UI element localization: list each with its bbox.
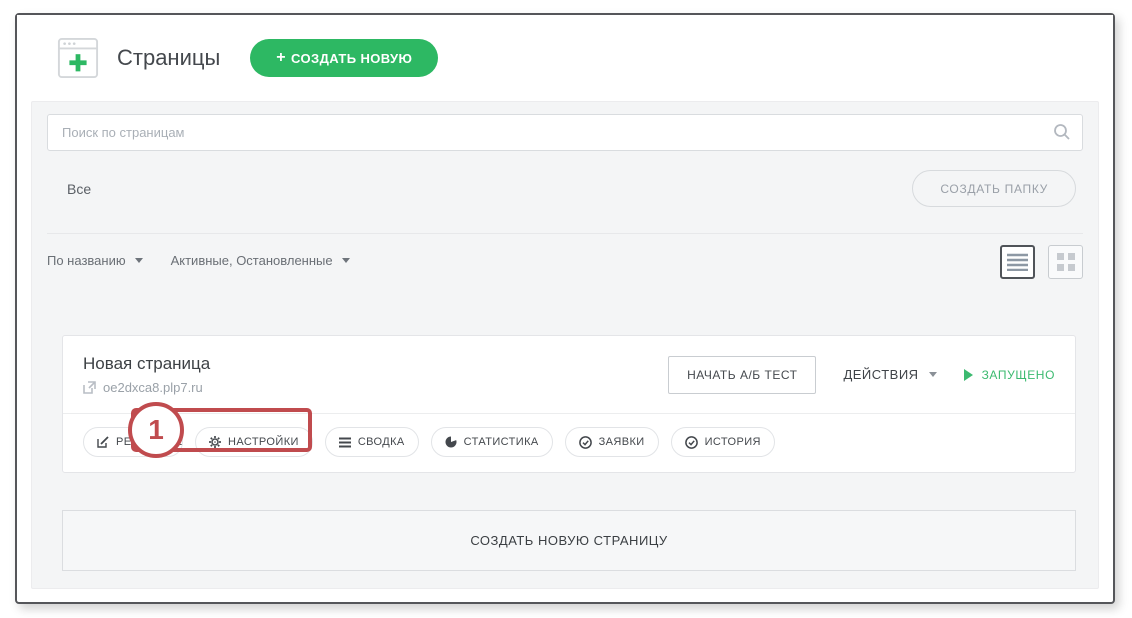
page-add-icon (57, 37, 99, 79)
summary-button[interactable]: СВОДКА (325, 427, 419, 457)
annotation-number: 1 (148, 414, 164, 446)
create-new-label: СОЗДАТЬ НОВУЮ (291, 51, 412, 66)
plus-icon: + (276, 49, 286, 67)
grid-view-toggle[interactable] (1048, 245, 1083, 279)
list-icon (339, 437, 351, 448)
summary-label: СВОДКА (358, 436, 405, 448)
leads-button[interactable]: ЗАЯВКИ (565, 427, 659, 457)
page-card-top: Новая страница oe2dxca8.plp7.ru НАЧАТЬ А… (63, 336, 1075, 413)
settings-label: НАСТРОЙКИ (228, 436, 299, 448)
app-window: Страницы + СОЗДАТЬ НОВУЮ Все СОЗДАТЬ ПАП… (15, 13, 1115, 604)
actions-dropdown-label: ДЕЙСТВИЯ (843, 367, 918, 382)
leads-label: ЗАЯВКИ (599, 436, 645, 448)
list-view-icon (1007, 253, 1028, 271)
status-filter-label: Активные, Остановленные (171, 253, 333, 268)
search-icon (1052, 122, 1072, 142)
page-title: Страницы (117, 45, 220, 71)
filter-dropdowns: По названию Активные, Остановленные (47, 245, 350, 268)
caret-down-icon (135, 258, 143, 263)
sort-dropdown[interactable]: По названию (47, 253, 143, 268)
page-card-controls: НАЧАТЬ А/Б ТЕСТ ДЕЙСТВИЯ ЗАПУЩЕНО (668, 356, 1055, 394)
ab-test-button[interactable]: НАЧАТЬ А/Б ТЕСТ (668, 356, 816, 394)
sort-dropdown-label: По названию (47, 253, 126, 268)
status-label: ЗАПУЩЕНО (982, 368, 1055, 382)
status-filter-dropdown[interactable]: Активные, Остановленные (171, 253, 350, 268)
content-panel: Все СОЗДАТЬ ПАПКУ По названию Активные, … (31, 101, 1099, 589)
statistics-button[interactable]: СТАТИСТИКА (431, 427, 553, 457)
create-folder-button[interactable]: СОЗДАТЬ ПАПКУ (912, 170, 1076, 207)
circle-check-icon (685, 436, 698, 449)
search-row (47, 114, 1083, 151)
circle-check-icon (579, 436, 592, 449)
filter-row: По названию Активные, Остановленные (47, 233, 1083, 279)
folders-row: Все СОЗДАТЬ ПАПКУ (47, 170, 1083, 207)
history-button[interactable]: ИСТОРИЯ (671, 427, 775, 457)
page-card-actions: РЕДАКТИРОВАТЬ НАСТРОЙКИ (63, 413, 1075, 472)
caret-down-icon (342, 258, 350, 263)
folder-all-label[interactable]: Все (67, 181, 91, 197)
settings-button[interactable]: НАСТРОЙКИ (195, 427, 313, 457)
edit-icon (97, 436, 109, 448)
caret-down-icon (929, 372, 937, 377)
pie-chart-icon (445, 436, 457, 448)
search-input[interactable] (47, 114, 1083, 151)
page-header: Страницы + СОЗДАТЬ НОВУЮ (17, 15, 1113, 101)
page-card-title: Новая страница (83, 354, 210, 374)
page-card-info: Новая страница oe2dxca8.plp7.ru (83, 354, 210, 395)
external-link-icon (83, 381, 96, 394)
list-view-toggle[interactable] (1000, 245, 1035, 279)
create-new-button[interactable]: + СОЗДАТЬ НОВУЮ (250, 39, 438, 77)
view-toggles (1000, 245, 1083, 279)
statistics-label: СТАТИСТИКА (464, 436, 539, 448)
history-label: ИСТОРИЯ (705, 436, 761, 448)
page-card-url[interactable]: oe2dxca8.plp7.ru (83, 380, 210, 395)
status-badge: ЗАПУЩЕНО (964, 368, 1055, 382)
gear-icon (209, 436, 221, 448)
actions-dropdown[interactable]: ДЕЙСТВИЯ (843, 367, 936, 382)
page-card: Новая страница oe2dxca8.plp7.ru НАЧАТЬ А… (62, 335, 1076, 473)
play-icon (964, 369, 973, 381)
grid-view-icon (1057, 253, 1075, 271)
annotation-step-marker: 1 (128, 402, 184, 458)
page-url-text: oe2dxca8.plp7.ru (103, 380, 203, 395)
create-new-page-button[interactable]: СОЗДАТЬ НОВУЮ СТРАНИЦУ (62, 510, 1076, 571)
